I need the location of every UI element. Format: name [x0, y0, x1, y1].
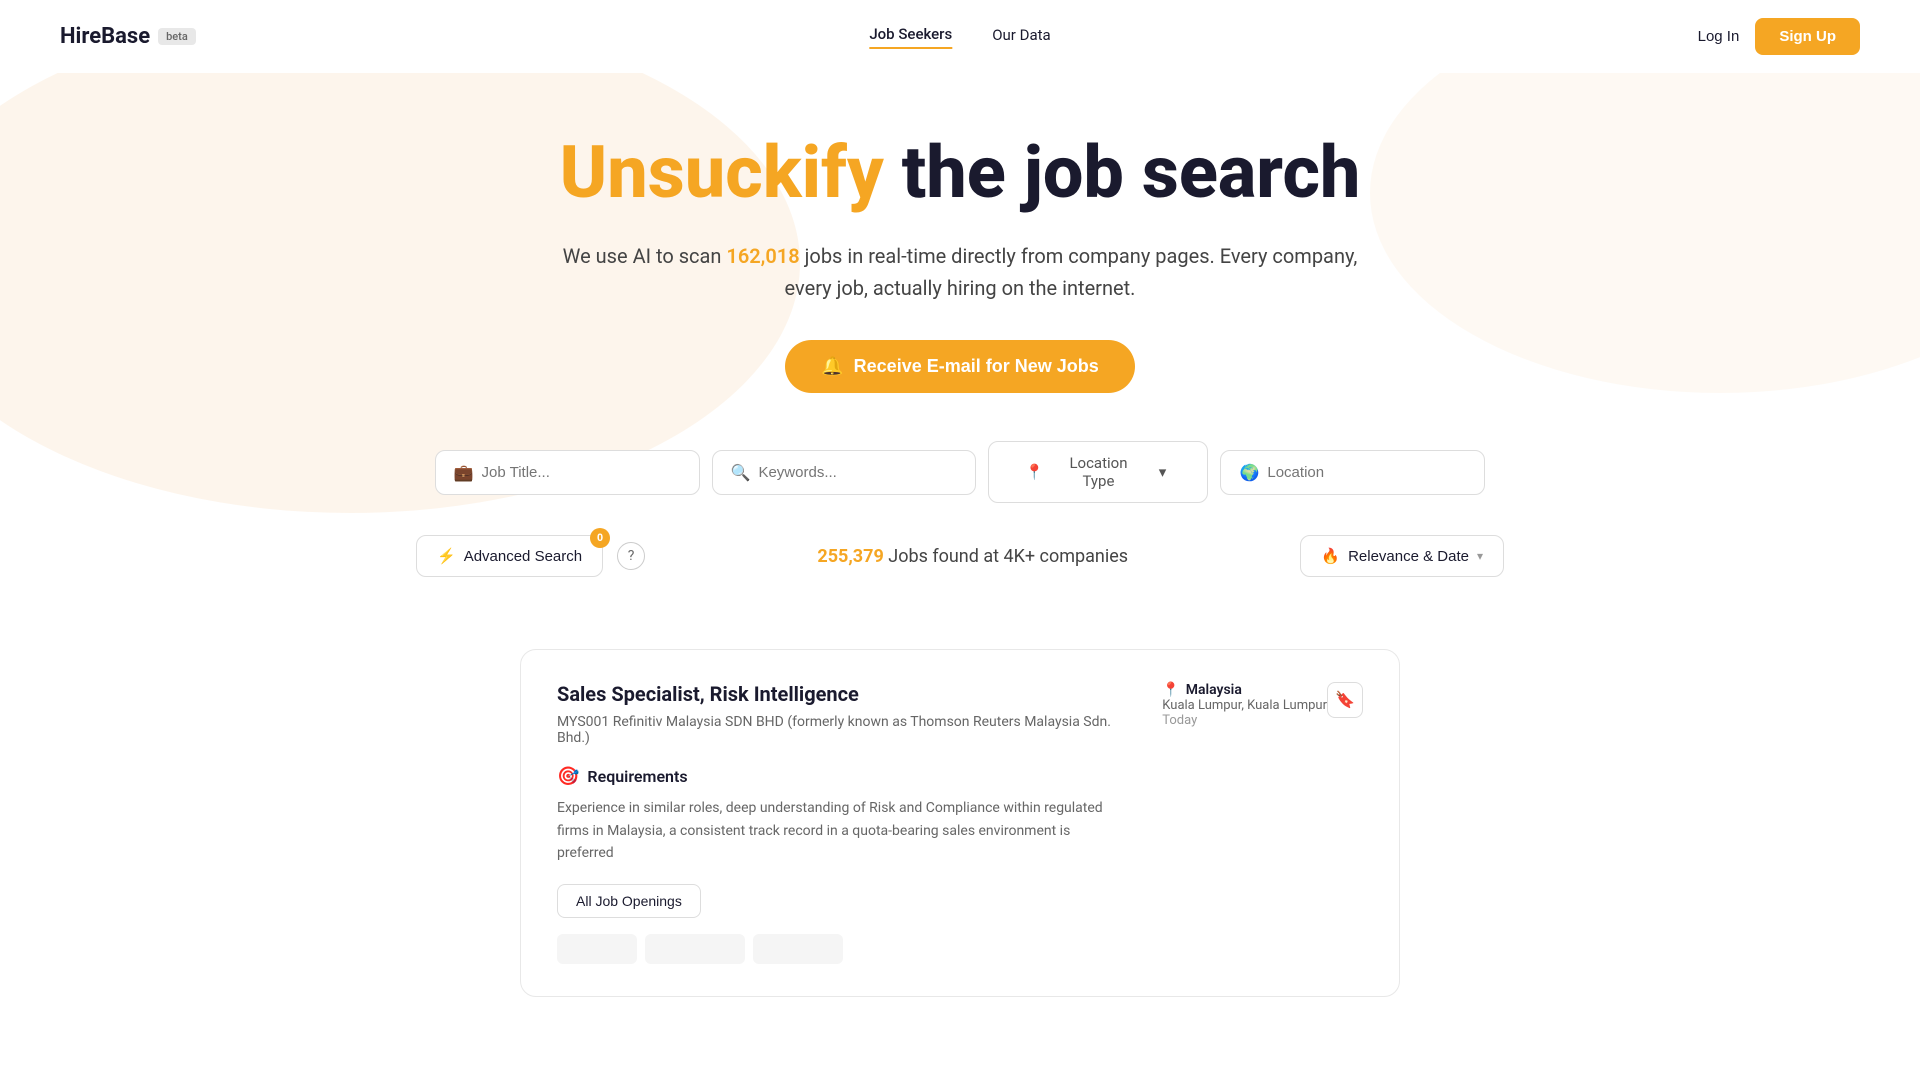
nav-our-data[interactable]: Our Data: [992, 26, 1050, 48]
relevance-chevron-icon: ▾: [1477, 549, 1483, 563]
logo-base: Base: [101, 24, 150, 49]
job-company: MYS001 Refinitiv Malaysia SDN BHD (forme…: [557, 714, 1130, 746]
hero-title: Unsuckify the job search: [60, 133, 1860, 212]
all-openings-button[interactable]: All Job Openings: [557, 884, 701, 918]
tag-item: [557, 934, 637, 964]
keywords-input[interactable]: [758, 464, 957, 481]
email-btn-icon: 🔔: [821, 356, 843, 377]
hero-section: Unsuckify the job search We use AI to sc…: [0, 73, 1920, 649]
bookmark-button[interactable]: 🔖: [1327, 682, 1363, 718]
keywords-field[interactable]: 🔍: [712, 450, 977, 495]
keywords-icon: 🔍: [731, 463, 751, 482]
job-side: 📍 Malaysia Kuala Lumpur, Kuala Lumpur To…: [1162, 682, 1363, 964]
email-btn-label: Receive E-mail for New Jobs: [854, 356, 1099, 377]
hero-subtitle: We use AI to scan 162,018 jobs in real-t…: [560, 240, 1360, 304]
tag-row: [557, 934, 1130, 964]
location-type-label: Location Type: [1069, 454, 1127, 490]
jobs-count-number: 255,379: [817, 546, 883, 567]
relevance-button[interactable]: 🔥 Relevance & Date ▾: [1300, 535, 1504, 577]
help-icon[interactable]: ?: [617, 542, 645, 570]
advanced-search-button[interactable]: ⚡ Advanced Search 0: [416, 535, 603, 577]
job-main: Sales Specialist, Risk Intelligence MYS0…: [557, 682, 1130, 964]
job-title-field[interactable]: 💼: [435, 450, 700, 495]
hero-subtitle-pre: We use AI to scan: [563, 244, 727, 268]
nav-right: Log In Sign Up: [1698, 18, 1860, 55]
location-icon: 🌍: [1239, 463, 1259, 482]
email-btn[interactable]: 🔔 Receive E-mail for New Jobs: [785, 340, 1135, 393]
job-location-country: 📍 Malaysia: [1162, 682, 1327, 698]
requirements-icon: 🎯: [557, 766, 579, 787]
requirements-label: Requirements: [587, 767, 687, 786]
left-options: ⚡ Advanced Search 0 ?: [416, 535, 645, 577]
advanced-search-label: Advanced Search: [464, 548, 582, 565]
search-bar: 💼 🔍 📍 Location Type ▾ 🌍: [60, 441, 1860, 503]
nav-job-seekers[interactable]: Job Seekers: [869, 25, 952, 49]
chevron-down-icon: ▾: [1135, 463, 1189, 481]
relevance-label: Relevance & Date: [1348, 548, 1469, 565]
logo: HireBase: [60, 24, 150, 49]
advanced-search-badge: 0: [590, 528, 610, 548]
tag-item: [753, 934, 843, 964]
job-card: Sales Specialist, Risk Intelligence MYS0…: [520, 649, 1400, 997]
login-button[interactable]: Log In: [1698, 28, 1740, 45]
hero-content: Unsuckify the job search We use AI to sc…: [60, 133, 1860, 577]
search-options-row: ⚡ Advanced Search 0 ? 255,379 Jobs found…: [60, 535, 1860, 577]
nav-center: Job Seekers Our Data: [869, 25, 1050, 49]
beta-badge: beta: [158, 28, 196, 45]
tag-item: [645, 934, 745, 964]
relevance-icon: 🔥: [1321, 547, 1340, 565]
job-description: Experience in similar roles, deep unders…: [557, 797, 1130, 864]
job-date: Today: [1162, 713, 1327, 728]
advanced-search-icon: ⚡: [437, 547, 456, 565]
requirements-header: 🎯 Requirements: [557, 766, 1130, 787]
job-title: Sales Specialist, Risk Intelligence: [557, 682, 1130, 706]
bookmark-icon: 🔖: [1335, 690, 1355, 710]
hero-title-dark: the job search: [884, 130, 1361, 215]
companies-count: 4K+ companies: [1003, 546, 1128, 567]
jobs-count: 255,379 Jobs found at 4K+ companies: [817, 546, 1128, 567]
location-field[interactable]: 🌍: [1220, 450, 1485, 495]
job-city: Kuala Lumpur, Kuala Lumpur: [1162, 698, 1327, 713]
logo-hire: Hire: [60, 24, 101, 49]
signup-button[interactable]: Sign Up: [1755, 18, 1860, 55]
job-title-input[interactable]: [482, 464, 681, 481]
hero-title-orange: Unsuckify: [560, 130, 884, 215]
location-type-field[interactable]: 📍 Location Type ▾: [988, 441, 1208, 503]
job-list: Sales Specialist, Risk Intelligence MYS0…: [460, 649, 1460, 997]
hero-subtitle-post: jobs in real-time directly from company …: [785, 244, 1358, 300]
logo-wrap: HireBase beta: [60, 24, 196, 49]
job-title-icon: 💼: [454, 463, 474, 482]
location-pin-icon: 📍: [1162, 682, 1179, 698]
job-location-wrap: 📍 Malaysia Kuala Lumpur, Kuala Lumpur To…: [1162, 682, 1327, 728]
location-type-icon: 📍: [1007, 463, 1061, 481]
hero-subtitle-count: 162,018: [726, 244, 799, 268]
question-mark-icon: ?: [628, 548, 635, 564]
jobs-count-suffix: Jobs found at: [884, 546, 1004, 567]
location-input[interactable]: [1267, 464, 1466, 481]
job-country: Malaysia: [1186, 682, 1242, 698]
navbar: HireBase beta Job Seekers Our Data Log I…: [0, 0, 1920, 73]
